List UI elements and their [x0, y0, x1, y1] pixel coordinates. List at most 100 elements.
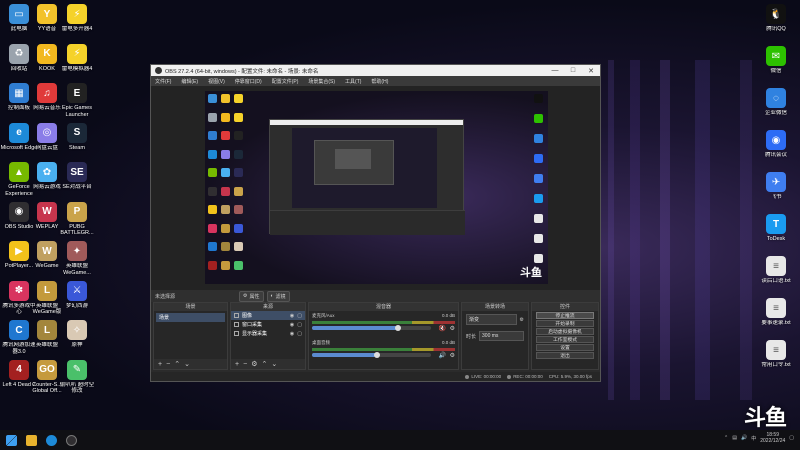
tencent-game-center-icon [208, 223, 217, 233]
lock-icon[interactable]: ▢ [297, 313, 302, 319]
move-down-button[interactable]: ⌄ [184, 360, 190, 368]
desktop-icon[interactable]: S Steam [58, 122, 96, 167]
close-button[interactable]: ✕ [582, 67, 600, 75]
menu-tools[interactable]: 工具(T) [345, 78, 361, 85]
filters-button[interactable]: ◐ 滤镜 [266, 290, 290, 302]
minimize-button[interactable]: — [546, 67, 564, 74]
scene-item[interactable]: 场景 [156, 313, 225, 322]
slider-knob[interactable] [394, 325, 401, 331]
studio-mode-button[interactable]: 工作室模式 [536, 336, 594, 343]
preview-canvas[interactable]: 斗鱼 [205, 91, 548, 284]
speaker-icon[interactable]: 🔊 [741, 435, 747, 441]
volume-slider[interactable] [312, 352, 431, 358]
move-down-button[interactable]: ⌄ [271, 360, 277, 368]
menu-profile[interactable]: 配置文件(P) [272, 78, 299, 85]
desktop-icon[interactable]: ✈ 飞书 [757, 172, 795, 216]
desktop-icon[interactable]: ≡ 要事速录.txt [757, 298, 795, 342]
qq-icon [534, 94, 543, 103]
edge-icon[interactable] [46, 434, 57, 446]
eye-icon[interactable]: ◉ [290, 313, 294, 319]
start-recording-button[interactable]: 开始录制 [536, 320, 594, 327]
tencent-meeting-icon [534, 154, 543, 163]
lock-icon[interactable]: ▢ [297, 322, 302, 328]
desktop-icon-label: ToDesk [766, 236, 786, 242]
desktop-icon[interactable]: ⚔ 梦幻西游 [58, 280, 96, 325]
obs-menubar: 文件(F) 编辑(E) 视图(V) 停靠窗口(D) 配置文件(P) 场景集合(S… [151, 76, 600, 86]
menu-docks[interactable]: 停靠窗口(D) [235, 78, 262, 85]
virtual-camera-button[interactable]: 启动虚拟摄像机 [536, 328, 594, 335]
menu-scene-collection[interactable]: 场景集合(S) [308, 78, 335, 85]
desktop-icon-label: PUBG BATTLEGR... [60, 223, 94, 237]
desktop-icon[interactable]: ◉ 腾讯会议 [757, 130, 795, 174]
source-item[interactable]: 窗口采集 ◉ ▢ [231, 320, 305, 329]
ime-indicator[interactable]: 中 [751, 435, 756, 442]
exit-button[interactable]: 退出 [536, 352, 594, 359]
kook-icon [221, 112, 230, 122]
remove-source-button[interactable]: − [243, 361, 247, 368]
move-up-button[interactable]: ⌃ [261, 360, 267, 368]
source-item[interactable]: 显示器采集 ◉ ▢ [231, 329, 305, 338]
desktop-icon[interactable]: SE SE对战平台 [58, 162, 96, 206]
wechat-icon: ✉ [766, 46, 786, 66]
desktop-icon[interactable]: T ToDesk [757, 214, 795, 258]
edge-icon: e [9, 122, 29, 143]
lock-icon[interactable]: ▢ [297, 331, 302, 337]
settings-button[interactable]: 设置 [536, 344, 594, 351]
menu-help[interactable]: 帮助(H) [371, 78, 388, 85]
league-icon: L [37, 320, 57, 340]
source-settings-button[interactable]: ⚙ [251, 360, 257, 368]
remove-scene-button[interactable]: − [166, 361, 170, 368]
move-up-button[interactable]: ⌃ [174, 360, 180, 368]
volume-slider[interactable] [312, 325, 431, 331]
desktop-icon[interactable]: 🐧 腾讯QQ [757, 4, 795, 48]
chevron-up-icon[interactable]: ⌃ [724, 435, 728, 441]
edge-icon [208, 149, 217, 159]
desktop-icon[interactable]: ≡ 常用口令.txt [757, 340, 795, 384]
clock[interactable]: 18:59 2022/12/24 [760, 432, 785, 444]
desktop-icon[interactable]: ◌ 企业微信 [757, 88, 795, 132]
desktop-icon[interactable]: E Epic Games Launcher [58, 83, 96, 127]
csgo-icon: GO [37, 359, 57, 380]
duration-input[interactable]: 300 ms [479, 331, 524, 341]
eye-icon[interactable]: ◉ [290, 331, 294, 337]
text-file-icon: ≡ [766, 340, 786, 360]
file-explorer-icon[interactable] [26, 434, 37, 446]
transition-select[interactable]: 渐变 [466, 314, 517, 325]
notification-icon[interactable]: ▢ [789, 435, 794, 441]
obs-taskbar-icon[interactable] [66, 434, 77, 446]
desktop-icon[interactable]: ≡ 读后口语.txt [757, 256, 795, 300]
desktop-icon[interactable]: ✧ 原神 [58, 320, 96, 364]
text-file-icon [534, 234, 543, 243]
geforce-icon [208, 168, 217, 177]
network-icon[interactable]: ▤ [732, 435, 737, 441]
eye-icon[interactable]: ◉ [290, 322, 294, 328]
maximize-button[interactable]: □ [564, 67, 582, 74]
menu-edit[interactable]: 编辑(E) [181, 78, 198, 85]
desktop-icon[interactable]: ✦ 英雄联盟WeGame... [58, 241, 96, 285]
menu-view[interactable]: 视图(V) [208, 78, 225, 85]
gear-icon[interactable]: ⚙ [450, 352, 455, 359]
slider-knob[interactable] [374, 352, 381, 358]
desktop-icon[interactable]: ✎ 偷叭叭 超时空 修改 [58, 359, 96, 404]
netease-cloud-game-icon [221, 168, 230, 177]
desktop-icon[interactable]: P PUBG BATTLEGR... [58, 201, 96, 246]
muted-speaker-icon[interactable]: 🔇 [439, 325, 446, 332]
desktop-icon[interactable]: ⚡ 雷电模拟器4 [58, 43, 96, 88]
add-scene-button[interactable]: + [158, 361, 162, 368]
stop-streaming-button[interactable]: 停止推流 [536, 312, 594, 319]
gear-icon[interactable]: ⚙ [450, 325, 455, 332]
add-source-button[interactable]: + [235, 361, 239, 368]
gear-icon[interactable]: ⚙ [520, 317, 524, 323]
speaker-icon[interactable]: 🔊 [439, 352, 446, 359]
game-icon [234, 223, 243, 233]
menu-file[interactable]: 文件(F) [155, 78, 171, 85]
desktop-icon[interactable]: ⚡ 雷电多开器4 [58, 4, 96, 48]
text-file-icon [534, 214, 543, 223]
source-item[interactable]: 图像 ◉ ▢ [231, 311, 305, 320]
mixer-track-mic: 麦克风/Aux 0.0 dB 🔇 ⚙ [309, 311, 458, 332]
properties-button[interactable]: ⚙ 属性 [239, 290, 264, 302]
windows-start-icon[interactable] [6, 434, 17, 446]
slider-fill [312, 326, 398, 330]
taskbar: ⌃ ▤ 🔊 中 18:59 2022/12/24 ▢ [0, 430, 800, 450]
desktop-icon[interactable]: ✉ 微信 [757, 46, 795, 90]
